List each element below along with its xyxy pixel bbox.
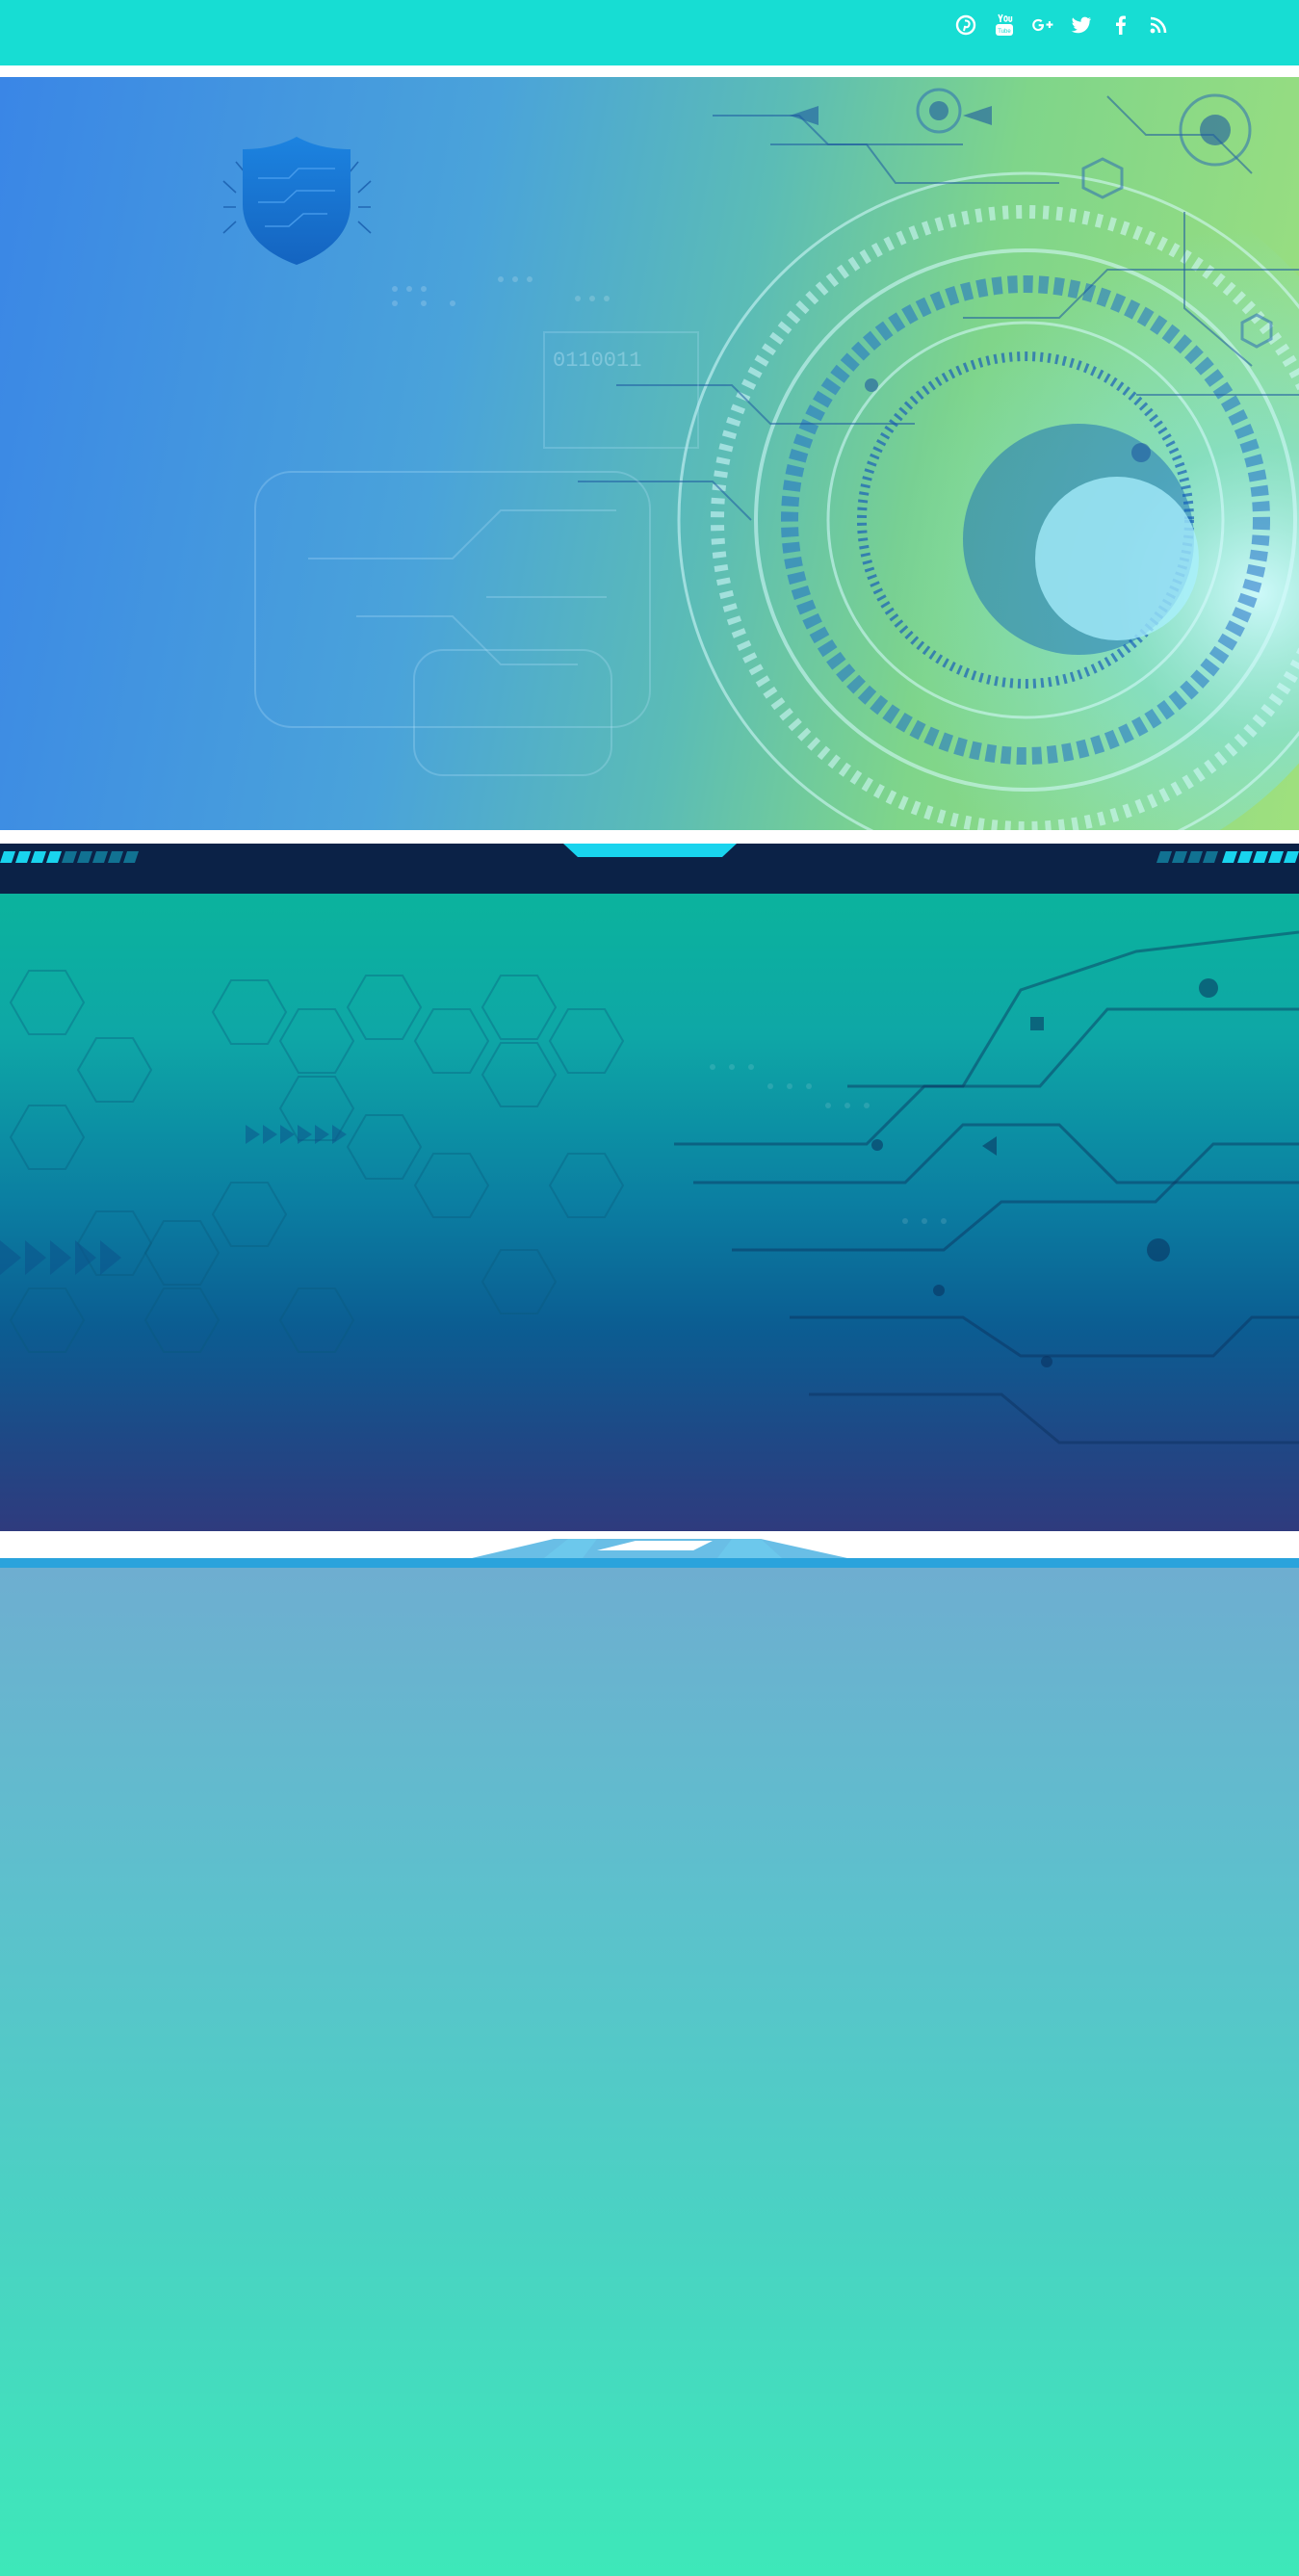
google-plus-icon[interactable]: [1030, 10, 1055, 40]
shield-circuit-icon: [222, 137, 372, 265]
separator: [0, 65, 1299, 77]
youtube-icon[interactable]: Tube: [992, 10, 1017, 40]
top-bar: Tube: [0, 0, 1299, 65]
content-panel: [0, 1568, 1299, 2576]
circuit-eye-graphic: 0110011: [222, 88, 1299, 830]
separator: [0, 830, 1299, 844]
frame-decoration: [0, 844, 1299, 863]
separator: [0, 1531, 1299, 1568]
rss-icon[interactable]: [1146, 10, 1171, 40]
tech-frame-band: [0, 844, 1299, 894]
twitter-icon[interactable]: [1069, 10, 1094, 40]
svg-text:Tube: Tube: [998, 29, 1011, 35]
hexagon-circuit-graphic: [0, 930, 1299, 1444]
frame-tab-decoration: [0, 1539, 1299, 1568]
hero-banner-cyber-eye: 0110011: [0, 77, 1299, 830]
facebook-icon[interactable]: [1107, 10, 1132, 40]
pinterest-icon[interactable]: [953, 10, 978, 40]
hero-banner-hexagon: [0, 894, 1299, 1531]
binary-text: 0110011: [553, 349, 641, 373]
social-links: Tube: [953, 10, 1171, 40]
